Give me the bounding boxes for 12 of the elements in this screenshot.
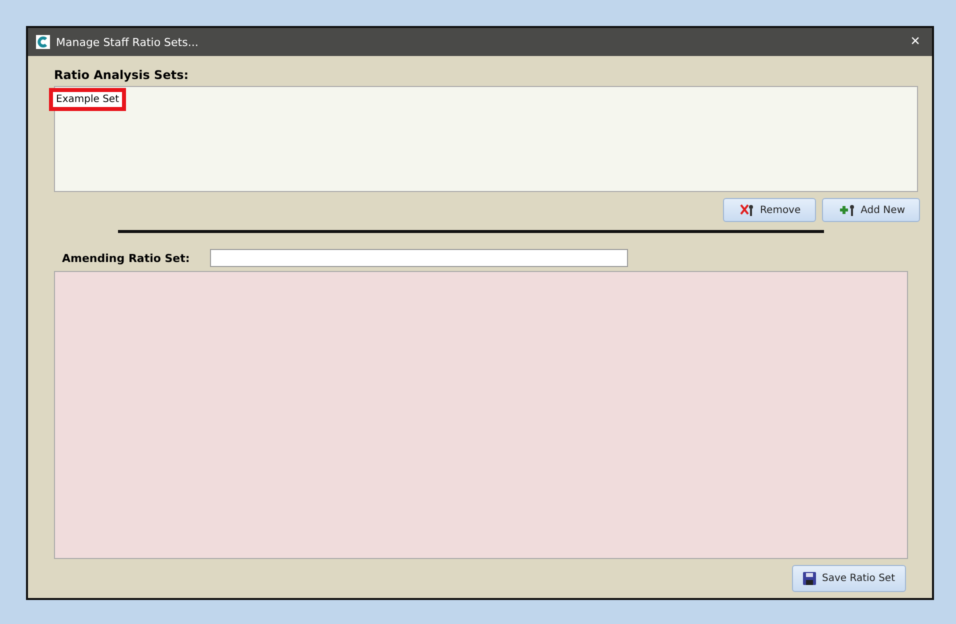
list-item[interactable]: Example Set <box>49 88 126 111</box>
add-button[interactable]: Add New <box>822 198 920 222</box>
close-button[interactable]: × <box>906 33 924 51</box>
cross-person-icon <box>740 204 754 216</box>
section-label: Ratio Analysis Sets: <box>54 68 190 82</box>
ratio-set-name-field[interactable] <box>210 249 628 267</box>
window-title: Manage Staff Ratio Sets... <box>56 36 200 48</box>
plus-person-icon <box>838 204 855 216</box>
save-button[interactable]: Save Ratio Set <box>792 565 906 592</box>
field-label: Amending Ratio Set: <box>62 252 190 264</box>
remove-button[interactable]: Remove <box>723 198 816 222</box>
app-logo-icon <box>36 35 50 49</box>
